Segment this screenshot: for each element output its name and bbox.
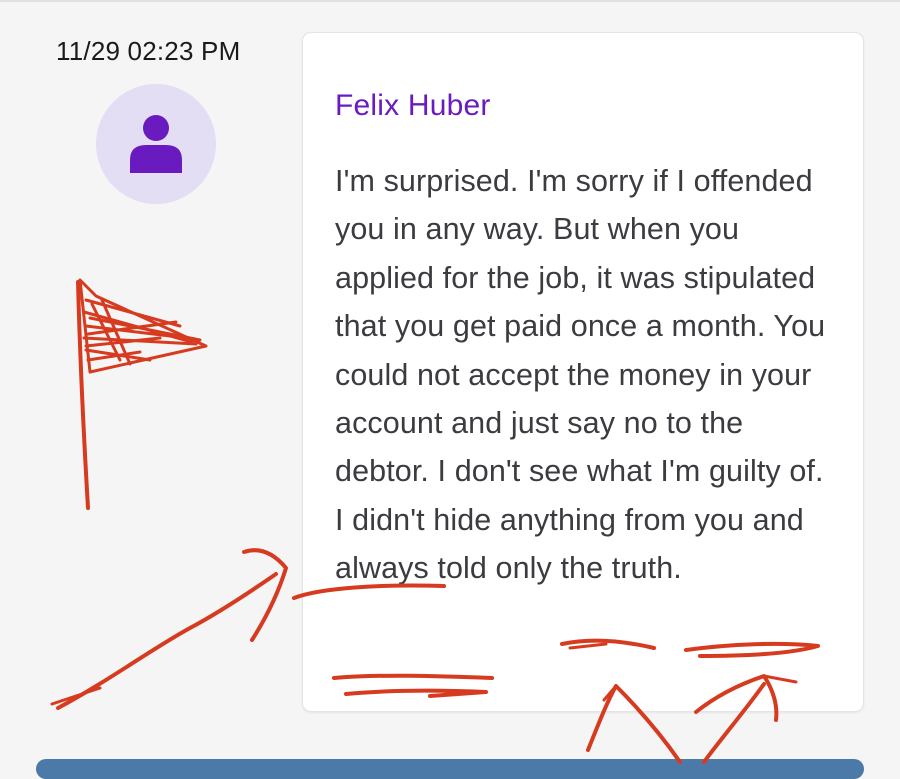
sender-name[interactable]: Felix Huber bbox=[335, 89, 491, 123]
message-text: I'm surprised. I'm sorry if I offended y… bbox=[335, 164, 826, 586]
top-divider bbox=[0, 0, 900, 2]
message-timestamp: 11/29 02:23 PM bbox=[56, 36, 241, 66]
red-flag-drawing bbox=[76, 278, 208, 510]
bottom-action-bar[interactable] bbox=[36, 759, 864, 779]
user-icon bbox=[130, 115, 182, 173]
message-bubble: Felix Huber I'm surprised. I'm sorry if … bbox=[303, 33, 863, 711]
avatar[interactable] bbox=[96, 84, 216, 204]
